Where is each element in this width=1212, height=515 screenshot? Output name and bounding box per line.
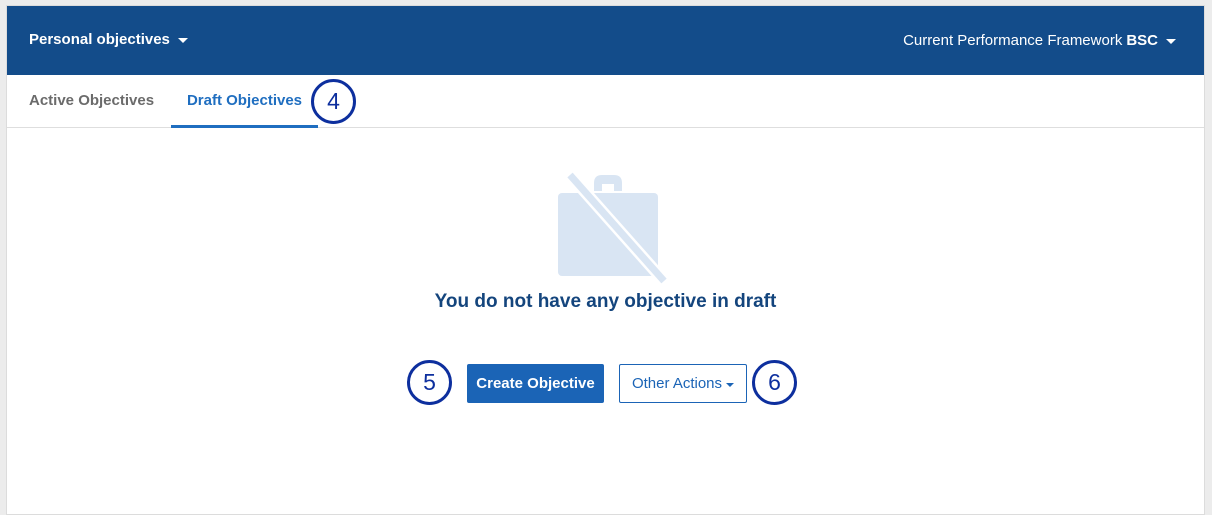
tab-draft-objectives[interactable]: Draft Objectives bbox=[171, 75, 318, 128]
briefcase-off-icon bbox=[558, 171, 668, 285]
top-bar: Personal objectives Current Performance … bbox=[7, 6, 1204, 75]
app-frame: Personal objectives Current Performance … bbox=[6, 5, 1205, 515]
chevron-down-icon bbox=[1166, 38, 1176, 44]
chevron-down-icon bbox=[726, 382, 735, 387]
chevron-down-icon bbox=[177, 37, 188, 43]
step-marker-5: 5 bbox=[407, 360, 452, 405]
tab-active-objectives[interactable]: Active Objectives bbox=[29, 75, 154, 128]
other-actions-button[interactable]: Other Actions bbox=[619, 364, 747, 403]
performance-framework-dropdown[interactable]: Current Performance Framework BSC bbox=[903, 32, 1176, 49]
create-objective-button[interactable]: Create Objective bbox=[467, 364, 604, 403]
framework-label: Current Performance Framework bbox=[903, 32, 1123, 49]
framework-value: BSC bbox=[1126, 32, 1158, 49]
empty-state-message: You do not have any objective in draft bbox=[434, 291, 777, 312]
step-marker-4: 4 bbox=[311, 79, 356, 124]
objectives-tabs: Active Objectives Draft Objectives bbox=[7, 75, 1204, 128]
other-actions-label: Other Actions bbox=[631, 375, 723, 392]
personal-objectives-dropdown[interactable]: Personal objectives bbox=[29, 31, 188, 48]
step-marker-6: 6 bbox=[752, 360, 797, 405]
page-title: Personal objectives bbox=[29, 31, 170, 48]
